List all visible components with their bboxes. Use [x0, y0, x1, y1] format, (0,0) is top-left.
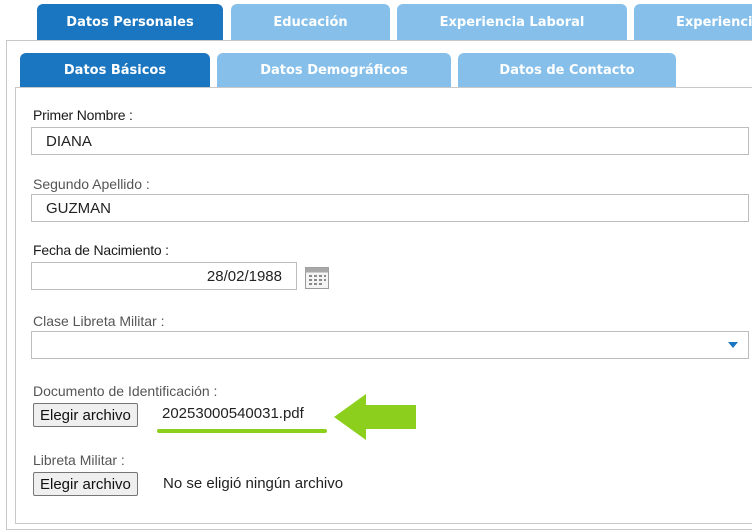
libreta-choose-file-button[interactable]: Elegir archivo — [33, 472, 138, 496]
subtab-datos-demograficos[interactable]: Datos Demográficos — [217, 53, 451, 87]
segundo-apellido-label: Segundo Apellido : — [33, 176, 150, 192]
subtab-datos-contacto[interactable]: Datos de Contacto — [458, 53, 676, 87]
clase-libreta-select[interactable] — [31, 331, 749, 359]
libreta-label: Libreta Militar : — [33, 452, 125, 468]
fecha-nacimiento-label: Fecha de Nacimiento : — [33, 242, 169, 258]
arrow-left-icon — [334, 394, 416, 440]
highlight-underline — [157, 429, 327, 433]
segundo-apellido-input[interactable]: GUZMAN — [31, 194, 749, 222]
tab-datos-personales[interactable]: Datos Personales — [37, 4, 223, 40]
libreta-file-name: No se eligió ningún archivo — [163, 475, 344, 492]
clase-libreta-label: Clase Libreta Militar : — [33, 313, 165, 329]
primer-nombre-input[interactable]: DIANA — [31, 127, 749, 155]
documento-choose-file-button[interactable]: Elegir archivo — [33, 403, 138, 427]
tab-educacion[interactable]: Educación — [231, 4, 390, 40]
main-tab-bar: Datos Personales Educación Experiencia L… — [0, 0, 752, 42]
tab-experiencia[interactable]: Experienci — [634, 4, 752, 40]
subtab-datos-basicos[interactable]: Datos Básicos — [20, 53, 210, 87]
documento-file-name: 20253000540031.pdf — [162, 405, 304, 422]
tab-experiencia-laboral[interactable]: Experiencia Laboral — [397, 4, 627, 40]
primer-nombre-label: Primer Nombre : — [33, 107, 133, 123]
documento-label: Documento de Identificación : — [33, 383, 218, 399]
fecha-nacimiento-input[interactable]: 28/02/1988 — [31, 262, 297, 290]
calendar-icon[interactable] — [304, 266, 330, 290]
chevron-down-icon — [728, 342, 738, 348]
